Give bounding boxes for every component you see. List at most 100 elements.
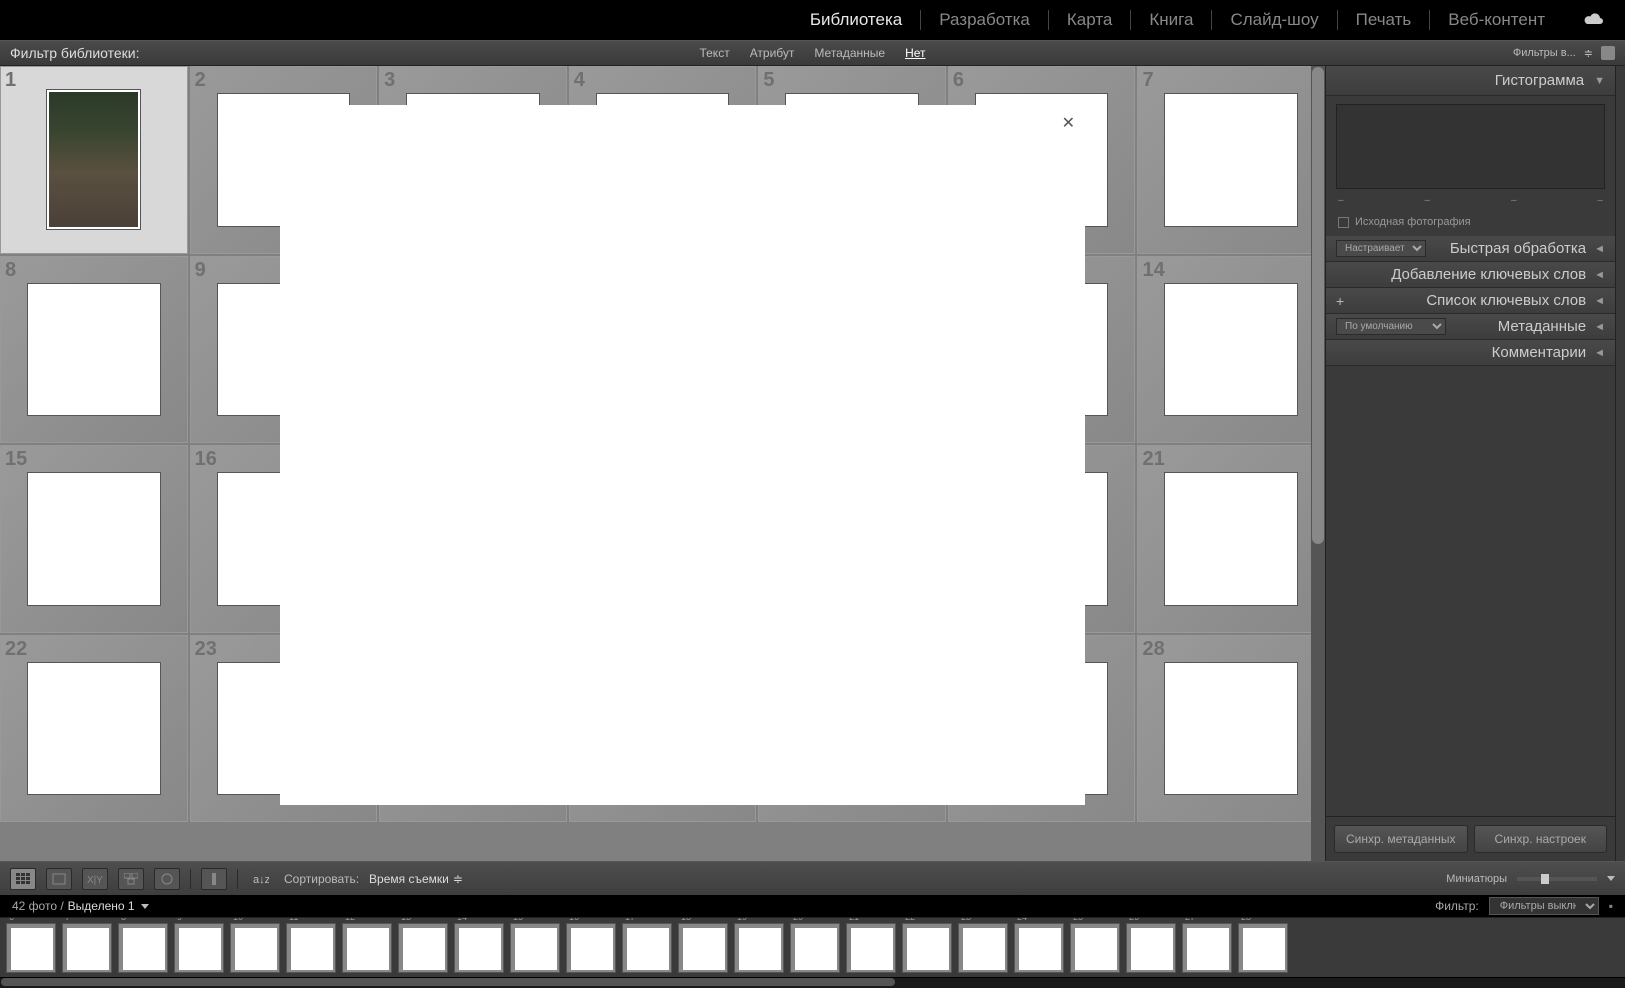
thumbnail-index: 28 <box>1142 638 1164 661</box>
collapse-icon[interactable]: ◄ <box>1594 295 1605 307</box>
collapse-icon[interactable]: ◄ <box>1594 347 1605 359</box>
painter-tool-button[interactable] <box>201 868 227 890</box>
thumbnail-image <box>27 283 161 417</box>
thumbnail-index: 5 <box>763 69 774 92</box>
scrollbar-thumb[interactable] <box>1312 67 1324 544</box>
filmstrip-thumbnail[interactable]: 9 <box>174 923 224 973</box>
module-web[interactable]: Веб-контент <box>1430 0 1563 40</box>
module-map[interactable]: Карта <box>1049 0 1131 40</box>
thumbnail-size-slider[interactable] <box>1517 877 1597 881</box>
filmstrip-image <box>1019 928 1061 970</box>
module-book[interactable]: Книга <box>1131 0 1211 40</box>
comments-header[interactable]: Комментарии <box>1336 344 1586 361</box>
filter-tab-metadata[interactable]: Метаданные <box>814 46 885 60</box>
filmstrip-thumbnail[interactable]: 20 <box>790 923 840 973</box>
thumbnail-image <box>27 662 161 796</box>
thumbnail-cell[interactable]: 22 <box>0 635 188 823</box>
module-slideshow[interactable]: Слайд-шоу <box>1212 0 1336 40</box>
survey-view-button[interactable] <box>118 868 144 890</box>
right-panel-expand-handle[interactable] <box>1615 66 1625 861</box>
sync-metadata-button[interactable]: Синхр. метаданных <box>1334 825 1468 853</box>
filter-switch-icon[interactable]: ▪ <box>1609 899 1613 913</box>
module-develop[interactable]: Разработка <box>921 0 1048 40</box>
collapse-icon[interactable]: ◄ <box>1594 243 1605 255</box>
thumbnail-cell[interactable]: 7 <box>1137 66 1325 254</box>
filmstrip-thumbnail[interactable]: 12 <box>342 923 392 973</box>
sort-direction-button[interactable]: a↓z <box>248 868 274 890</box>
toolbar-options-dropdown[interactable] <box>1607 876 1615 881</box>
filmstrip-thumbnail[interactable]: 22 <box>902 923 952 973</box>
filmstrip-filter-label: Фильтр: <box>1435 899 1479 913</box>
modal-close-button[interactable]: ✕ <box>1062 113 1075 133</box>
compare-view-button[interactable]: X|Y <box>82 868 108 890</box>
filmstrip-scrollbar[interactable] <box>0 978 1625 988</box>
filmstrip-thumbnail[interactable]: 13 <box>398 923 448 973</box>
filmstrip-thumbnail[interactable]: 17 <box>622 923 672 973</box>
sync-settings-button[interactable]: Синхр. настроек <box>1474 825 1608 853</box>
scrollbar-thumb[interactable] <box>1 978 895 986</box>
collapse-icon[interactable]: ◄ <box>1594 269 1605 281</box>
filmstrip-image <box>1131 928 1173 970</box>
filmstrip-thumbnail[interactable]: 28 <box>1238 923 1288 973</box>
keyword-list-header[interactable]: Список ключевых слов <box>1352 292 1586 309</box>
module-library[interactable]: Библиотека <box>792 0 920 40</box>
filter-tab-text[interactable]: Текст <box>699 46 729 60</box>
metadata-header[interactable]: Метаданные <box>1454 318 1586 335</box>
filmstrip-image <box>851 928 893 970</box>
filmstrip-thumbnail[interactable]: 16 <box>566 923 616 973</box>
thumbnail-index: 23 <box>195 638 217 661</box>
keywording-header[interactable]: Добавление ключевых слов <box>1336 266 1586 283</box>
filmstrip-thumbnail[interactable]: 21 <box>846 923 896 973</box>
filmstrip-index: 6 <box>9 917 14 922</box>
add-keyword-button[interactable]: + <box>1336 293 1344 309</box>
thumbnail-cell[interactable]: 28 <box>1137 635 1325 823</box>
thumbnail-cell[interactable]: 8 <box>0 256 188 444</box>
filmstrip-image <box>1187 928 1229 970</box>
filmstrip-thumbnail[interactable]: 27 <box>1182 923 1232 973</box>
filmstrip-thumbnail[interactable]: 6 <box>6 923 56 973</box>
filmstrip-thumbnail[interactable]: 11 <box>286 923 336 973</box>
filmstrip-thumbnail[interactable]: 25 <box>1070 923 1120 973</box>
filmstrip-thumbnail[interactable]: 24 <box>1014 923 1064 973</box>
filmstrip-thumbnail[interactable]: 18 <box>678 923 728 973</box>
collapse-icon: ▼ <box>1594 75 1605 87</box>
thumbnail-cell[interactable]: 21 <box>1137 445 1325 633</box>
filmstrip-image <box>403 928 445 970</box>
source-photo-checkbox[interactable] <box>1338 217 1349 228</box>
cloud-sync-icon[interactable] <box>1583 12 1605 29</box>
filmstrip-thumbnail[interactable]: 26 <box>1126 923 1176 973</box>
loupe-view-button[interactable] <box>46 868 72 890</box>
filter-preset-dropdown[interactable]: Фильтры в... <box>1513 47 1576 59</box>
filmstrip-thumbnail[interactable]: 10 <box>230 923 280 973</box>
grid-view-button[interactable] <box>10 868 36 890</box>
people-view-button[interactable] <box>154 868 180 890</box>
filmstrip-thumbnail[interactable]: 7 <box>62 923 112 973</box>
panel-body-empty <box>1326 366 1615 816</box>
filmstrip-thumbnail[interactable]: 19 <box>734 923 784 973</box>
thumbnail-cell[interactable]: 15 <box>0 445 188 633</box>
quick-develop-preset-select[interactable]: Настраивается <box>1336 240 1426 257</box>
source-dropdown-icon[interactable] <box>141 904 149 909</box>
filter-tab-attribute[interactable]: Атрибут <box>750 46 795 60</box>
filmstrip-image <box>683 928 725 970</box>
filmstrip-filter-select[interactable]: Фильтры выключ... <box>1489 897 1599 915</box>
filmstrip-thumbnail[interactable]: 14 <box>454 923 504 973</box>
collapse-icon[interactable]: ◄ <box>1594 321 1605 333</box>
module-print[interactable]: Печать <box>1338 0 1430 40</box>
thumbnail-index: 4 <box>574 69 585 92</box>
filmstrip[interactable]: 6789101112131415161718192021222324252627… <box>0 917 1625 977</box>
filmstrip-thumbnail[interactable]: 15 <box>510 923 560 973</box>
histogram-header[interactable]: Гистограмма ▼ <box>1326 66 1615 96</box>
filter-tab-none[interactable]: Нет <box>905 46 925 60</box>
metadata-preset-select[interactable]: По умолчанию <box>1336 318 1446 335</box>
quick-develop-header[interactable]: Быстрая обработка <box>1434 240 1586 257</box>
thumbnail-cell[interactable]: 14 <box>1137 256 1325 444</box>
filmstrip-thumbnail[interactable]: 8 <box>118 923 168 973</box>
filmstrip-thumbnail[interactable]: 23 <box>958 923 1008 973</box>
slider-knob[interactable] <box>1541 874 1549 884</box>
grid-scrollbar[interactable] <box>1311 66 1325 861</box>
sort-dropdown[interactable]: Время съемки ≑ <box>369 872 463 886</box>
thumbnail-cell[interactable]: 1 <box>0 66 188 254</box>
thumbnail-index: 15 <box>5 448 27 471</box>
filter-lock-icon[interactable] <box>1601 46 1615 60</box>
